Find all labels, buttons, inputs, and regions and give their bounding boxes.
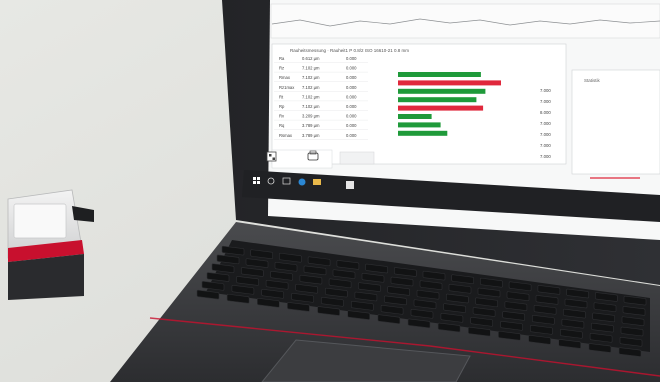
photo-scene: Rauheitsmessung · Rauheit1 P 0.8/2 ISO 1… <box>0 0 660 382</box>
parameter-value: 7.102 µm <box>302 66 320 71</box>
bar-ok <box>398 72 481 77</box>
bar-ok <box>398 114 432 119</box>
edge-icon[interactable] <box>298 178 306 186</box>
parameter-value: 3.789 µm <box>302 123 320 128</box>
bar-ok <box>398 88 486 94</box>
parameter-tolerance: 0.000 <box>346 123 357 128</box>
screen-button[interactable] <box>339 151 375 165</box>
parameter-name: Rz <box>279 66 284 71</box>
parameter-value: 3.209 µm <box>302 114 320 119</box>
bar-ok <box>398 122 441 128</box>
parameter-tolerance: 0.000 <box>346 133 357 138</box>
parameter-name: Rz1max <box>279 85 295 90</box>
side-panel-title: Statistik <box>584 78 601 83</box>
folder-icon[interactable] <box>313 179 321 185</box>
limit-value: 7.000 <box>540 132 551 137</box>
parameter-value: 0.612 µm <box>302 56 320 61</box>
bar-ok <box>398 97 477 103</box>
parameter-name: Ra <box>279 56 285 61</box>
app-icon[interactable] <box>346 181 354 189</box>
parameter-tolerance: 0.000 <box>346 66 357 71</box>
device-base <box>8 254 84 300</box>
parameter-value: 3.789 µm <box>302 133 320 138</box>
parameter-name: Rmax <box>279 75 291 80</box>
parameter-value: 7.102 µm <box>302 75 320 80</box>
limit-value: 7.000 <box>540 99 551 104</box>
limit-value: 7.000 <box>540 121 551 126</box>
limit-value: 7.000 <box>540 154 551 159</box>
parameter-tolerance: 0.000 <box>346 85 357 90</box>
bar-ok <box>398 130 448 136</box>
parameter-name: Rv <box>279 114 285 119</box>
parameter-name: Rsmax <box>279 133 293 138</box>
limit-value: 8.000 <box>540 110 551 115</box>
laptop-screen: Rauheitsmessung · Rauheit1 P 0.8/2 ISO 1… <box>242 0 660 240</box>
parameter-tolerance: 0.000 <box>346 75 357 80</box>
device-display <box>13 203 67 239</box>
bar-fail <box>398 105 484 111</box>
parameter-tolerance: 0.000 <box>346 114 357 119</box>
app-title: Rauheitsmessung · Rauheit1 P 0.8/2 ISO 1… <box>290 48 409 53</box>
parameter-value: 7.102 µm <box>302 85 320 90</box>
parameter-value: 7.102 µm <box>302 104 320 109</box>
parameter-tolerance: 0.000 <box>346 104 357 109</box>
parameter-value: 7.102 µm <box>302 94 320 99</box>
limit-value: 7.000 <box>540 88 551 93</box>
bar-fail <box>398 80 501 86</box>
parameter-tolerance: 0.000 <box>346 94 357 99</box>
parameter-name: Rp <box>279 104 285 109</box>
parameter-tolerance: 0.000 <box>346 56 357 61</box>
parameter-name: Rq <box>279 123 285 128</box>
qr-code-icon[interactable] <box>266 151 277 162</box>
limit-value: 7.000 <box>540 143 551 148</box>
